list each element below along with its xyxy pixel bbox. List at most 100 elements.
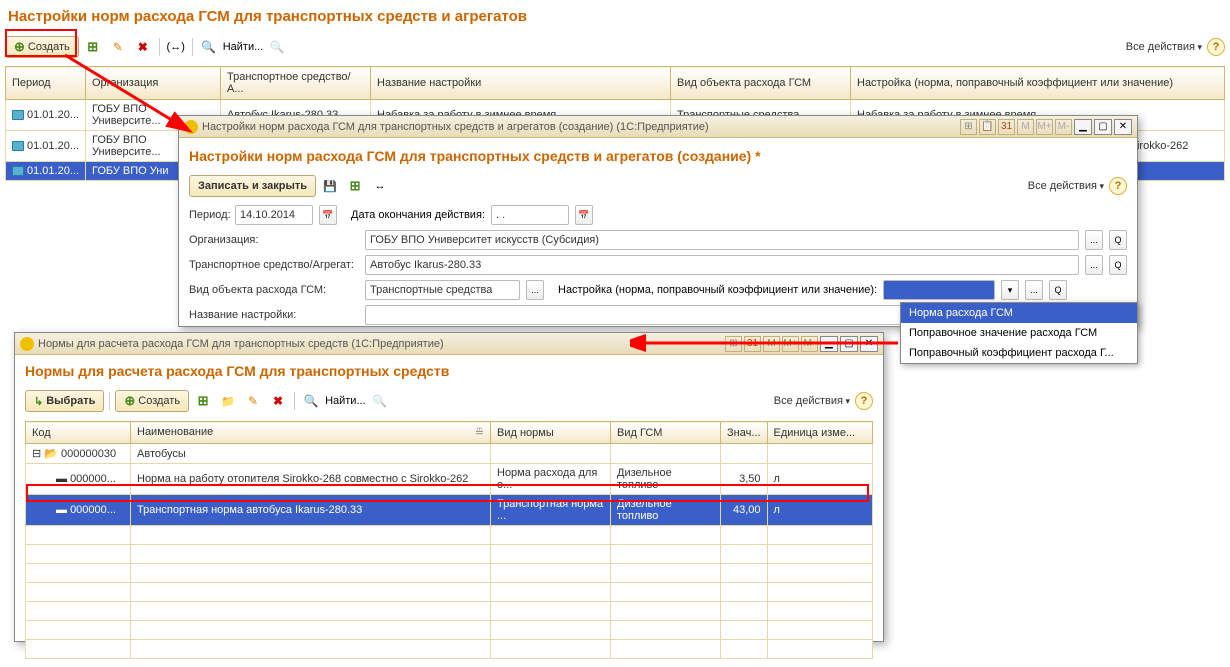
dialog-title-text: Нормы для расчета расхода ГСМ для трансп… [38,338,444,350]
main-title: Настройки норм расхода ГСМ для транспорт… [8,8,1225,25]
tb-m-icon[interactable]: M [1017,119,1034,135]
refresh-icon: (↔) [167,41,185,53]
dropdown-item[interactable]: Норма расхода ГСМ [901,303,1137,323]
save-close-button[interactable]: Записать и закрыть [189,175,316,197]
select-button[interactable]: ... [1085,230,1103,250]
tb-mplus-icon[interactable]: M+ [782,336,799,352]
col-vehicle[interactable]: Транспортное средство/А... [221,67,371,100]
all-actions-link[interactable]: Все действия [774,395,850,407]
row-icon [12,141,24,151]
tb-m-icon[interactable]: M [763,336,780,352]
setting-dropdown: Норма расхода ГСМ Поправочное значение р… [900,302,1138,364]
tb-calc-icon[interactable]: ⊞ [725,336,742,352]
table-row[interactable]: ▬ 000000... Норма на работу отопителя Si… [26,464,873,495]
dialog-create-settings: Настройки норм расхода ГСМ для транспорт… [178,115,1138,327]
col-fuel-type[interactable]: Вид ГСМ [611,422,721,444]
dialog-heading: Настройки норм расхода ГСМ для транспорт… [189,148,1127,164]
tb-mminus-icon[interactable]: M- [801,336,818,352]
col-object-type[interactable]: Вид объекта расхода ГСМ [671,67,851,100]
col-setting-name[interactable]: Название настройки [371,67,671,100]
tb-cal-icon[interactable]: 31 [744,336,761,352]
clear-search-button[interactable]: 🔍 [266,36,288,58]
create-button[interactable]: ⊕ Создать [5,36,79,58]
maximize-button[interactable]: ▢ [1094,119,1112,135]
open-button[interactable]: Q [1109,230,1127,250]
row-icon [12,166,24,176]
clear-search-icon: 🔍 [270,40,285,54]
plus-icon: ⊕ [14,39,25,55]
period-label: Период: [189,209,229,221]
tb-calc-icon[interactable]: ⊞ [960,119,977,135]
dialog-titlebar[interactable]: Настройки норм расхода ГСМ для транспорт… [179,116,1137,138]
select-button[interactable]: ... [1025,280,1043,300]
end-date-input[interactable]: . . [491,205,569,225]
object-type-input[interactable]: Транспортные средства [365,280,520,300]
col-name[interactable]: Наименование ≞ [131,422,491,444]
all-actions-link[interactable]: Все действия [1028,180,1104,192]
dropdown-item[interactable]: Поправочный коэффициент расхода Г... [901,343,1137,363]
object-type-label: Вид объекта расхода ГСМ: [189,284,359,296]
help-icon[interactable]: ? [855,392,873,410]
delete-button[interactable]: ✖ [267,390,289,412]
refresh-button[interactable]: (↔) [165,36,187,58]
post-button[interactable]: ⊞ [344,175,366,197]
app-icon [20,337,34,351]
period-input[interactable]: 14.10.2014 [235,205,313,225]
search-button[interactable]: 🔍 [198,36,220,58]
pencil-icon: ✎ [248,394,258,408]
save-button[interactable]: 💾 [319,175,341,197]
copy-button[interactable]: ⊞ [192,390,214,412]
dialog-titlebar[interactable]: Нормы для расчета расхода ГСМ для трансп… [15,333,883,355]
org-input[interactable]: ГОБУ ВПО Университет искусств (Субсидия) [365,230,1079,250]
col-unit[interactable]: Единица изме... [767,422,873,444]
find-label[interactable]: Найти... [223,41,264,53]
folder-button[interactable]: 📁 [217,390,239,412]
col-norm-type[interactable]: Вид нормы [491,422,611,444]
tb-mplus-icon[interactable]: M+ [1036,119,1053,135]
create-button[interactable]: ⊕ Создать [115,390,189,412]
col-period[interactable]: Период [6,67,86,100]
tb-cal-icon[interactable]: 📋 [979,119,996,135]
copy-button[interactable]: ⊞ [82,36,104,58]
close-button[interactable]: ✕ [860,336,878,352]
col-value[interactable]: Знач... [721,422,768,444]
maximize-button[interactable]: ▢ [840,336,858,352]
close-button[interactable]: ✕ [1114,119,1132,135]
setting-input[interactable] [883,280,995,300]
minimize-button[interactable]: ▁ [820,336,838,352]
all-actions-link[interactable]: Все действия [1126,41,1202,53]
calendar-button[interactable]: 📅 [575,205,593,225]
copy-icon: ⊞ [198,393,209,409]
edit-button[interactable]: ✎ [242,390,264,412]
edit-button[interactable]: ✎ [107,36,129,58]
delete-button[interactable]: ✖ [132,36,154,58]
table-row [26,602,873,621]
find-label[interactable]: Найти... [325,395,366,407]
table-row[interactable]: ▬ 000000... Транспортная норма автобуса … [26,495,873,526]
help-icon[interactable]: ? [1109,177,1127,195]
collapse-icon[interactable]: ⊟ [32,448,41,460]
tb-mminus-icon[interactable]: M- [1055,119,1072,135]
search-button[interactable]: 🔍 [300,390,322,412]
open-button[interactable]: Q [1109,255,1127,275]
tb-cal2-icon[interactable]: 31 [998,119,1015,135]
calendar-button[interactable]: 📅 [319,205,337,225]
col-setting[interactable]: Настройка (норма, поправочный коэффициен… [851,67,1225,100]
open-button[interactable]: Q [1049,280,1067,300]
minimize-button[interactable]: ▁ [1074,119,1092,135]
col-org[interactable]: Организация [86,67,221,100]
vehicle-input[interactable]: Автобус Ikarus-280.33 [365,255,1079,275]
clear-search-button[interactable]: 🔍 [369,390,391,412]
help-icon[interactable]: ? [1207,38,1225,56]
table-row [26,583,873,602]
dropdown-button[interactable]: ▾ [1001,280,1019,300]
refresh-button[interactable]: ↔ [369,175,391,197]
select-button[interactable]: ... [526,280,544,300]
select-button[interactable]: ... [1085,255,1103,275]
table-row[interactable]: ⊟ 📂 000000030 Автобусы [26,444,873,464]
setting-name-label: Название настройки: [189,309,359,321]
select-button[interactable]: ↳ Выбрать [25,390,104,412]
col-code[interactable]: Код [26,422,131,444]
dropdown-item[interactable]: Поправочное значение расхода ГСМ [901,323,1137,343]
dialog-norms: Нормы для расчета расхода ГСМ для трансп… [14,332,884,642]
